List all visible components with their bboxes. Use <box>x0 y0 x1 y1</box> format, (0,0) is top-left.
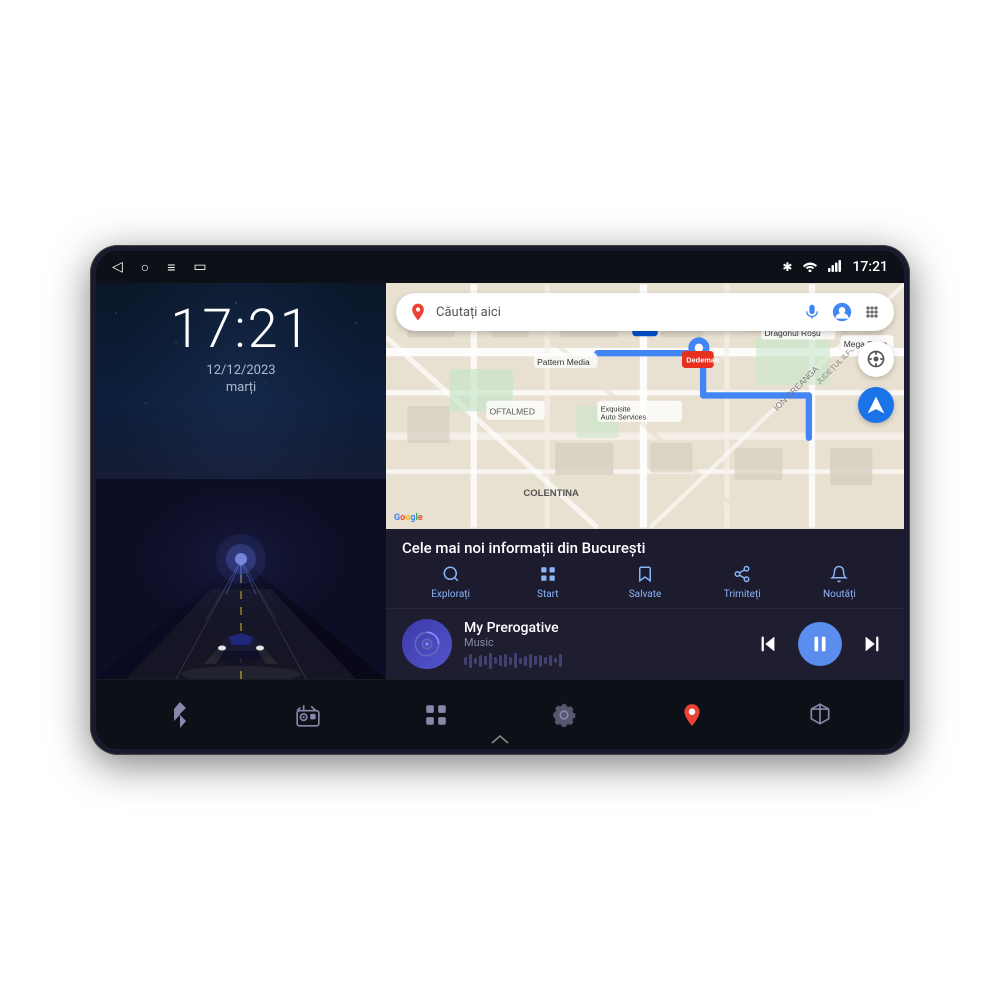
svg-text:Auto Services: Auto Services <box>601 413 647 422</box>
map-layers-button[interactable] <box>858 341 894 377</box>
waveform-bar <box>484 656 487 665</box>
status-bar: ◁ ○ ≡ ▭ ✱ <box>96 251 904 283</box>
waveform <box>464 653 740 669</box>
waveform-bar <box>464 657 467 665</box>
device-screen: ◁ ○ ≡ ▭ ✱ <box>96 251 904 749</box>
clock-date: 12/12/2023 <box>170 363 311 378</box>
main-content: 17:21 12/12/2023 marți <box>96 283 904 679</box>
waveform-bar <box>539 655 542 667</box>
maps-button[interactable] <box>667 690 717 740</box>
waveform-bar <box>509 657 512 665</box>
tab-saved[interactable]: Salvate <box>596 565 693 600</box>
tab-news-label: Noutăți <box>823 589 856 600</box>
waveform-bar <box>504 654 507 667</box>
up-arrow[interactable] <box>491 733 509 747</box>
account-icon[interactable] <box>832 302 852 322</box>
svg-text:OFTALMED: OFTALMED <box>490 406 535 416</box>
left-panel: 17:21 12/12/2023 marți <box>96 283 386 679</box>
google-logo: Google <box>394 513 423 523</box>
bluetooth-status-icon: ✱ <box>782 260 792 274</box>
waveform-bar <box>474 658 477 664</box>
map-area[interactable]: OFTALMED ION CREANGA JUDEȚUL ILFOV COLEN… <box>386 283 904 529</box>
svg-text:Pattern Media: Pattern Media <box>537 357 590 367</box>
start-icon <box>539 565 557 587</box>
status-indicators: ✱ 17:21 <box>782 259 888 275</box>
music-info: My Prerogative Music <box>464 620 740 669</box>
prev-button[interactable] <box>752 628 784 660</box>
recents-icon[interactable]: ▭ <box>193 259 206 275</box>
music-player: My Prerogative Music <box>386 608 904 679</box>
waveform-bar <box>544 657 547 664</box>
waveform-bar <box>479 655 482 667</box>
saved-icon <box>636 565 654 587</box>
menu-icon[interactable]: ≡ <box>167 259 175 276</box>
next-button[interactable] <box>856 628 888 660</box>
car-tunnel-image <box>96 479 386 679</box>
map-search-bar[interactable]: Căutați aici <box>396 293 894 331</box>
bottom-bar <box>96 679 904 749</box>
music-subtitle: Music <box>464 636 740 649</box>
search-right-icons <box>802 302 882 322</box>
tab-news[interactable]: Noutăți <box>791 565 888 600</box>
music-controls <box>752 622 888 666</box>
waveform-bar <box>494 657 497 664</box>
device-frame: ◁ ○ ≡ ▭ ✱ <box>90 245 910 755</box>
svg-text:COLENTINA: COLENTINA <box>523 488 579 499</box>
navigate-button[interactable] <box>858 387 894 423</box>
svg-text:Dedeman: Dedeman <box>686 356 720 365</box>
3d-button[interactable] <box>795 690 845 740</box>
waveform-bar <box>534 656 537 665</box>
explore-icon <box>442 565 460 587</box>
nav-icons: ◁ ○ ≡ ▭ <box>112 259 207 276</box>
back-icon[interactable]: ◁ <box>112 259 123 275</box>
info-panel: Cele mai noi informații din București Ex… <box>386 529 904 608</box>
clock-widget: 17:21 12/12/2023 marți <box>170 303 311 395</box>
share-icon <box>733 565 751 587</box>
waveform-bar <box>529 654 532 668</box>
microphone-icon[interactable] <box>802 302 822 322</box>
signal-icon <box>828 260 842 275</box>
right-panel: OFTALMED ION CREANGA JUDEȚUL ILFOV COLEN… <box>386 283 904 679</box>
waveform-bar <box>549 655 552 666</box>
waveform-bar <box>519 658 522 664</box>
google-maps-icon <box>408 302 428 322</box>
album-art <box>402 619 452 669</box>
waveform-bar <box>514 653 517 668</box>
tab-saved-label: Salvate <box>629 589 662 600</box>
time-display: 17:21 <box>852 259 888 275</box>
wifi-icon <box>802 260 818 275</box>
news-icon <box>830 565 848 587</box>
info-title: Cele mai noi informații din București <box>402 539 888 557</box>
waveform-bar <box>559 654 562 667</box>
tab-share-label: Trimiteți <box>724 589 761 600</box>
search-input-text[interactable]: Căutați aici <box>436 305 794 320</box>
map-tabs: Explorați Start <box>402 565 888 600</box>
home-icon[interactable]: ○ <box>141 259 149 276</box>
settings-button[interactable] <box>539 690 589 740</box>
tab-share[interactable]: Trimiteți <box>694 565 791 600</box>
apps-icon[interactable] <box>862 302 882 322</box>
waveform-bar <box>489 653 492 669</box>
tab-start[interactable]: Start <box>499 565 596 600</box>
clock-day: marți <box>170 380 311 395</box>
radio-button[interactable] <box>283 690 333 740</box>
waveform-bar <box>499 655 502 666</box>
bluetooth-button[interactable] <box>155 690 205 740</box>
apps-grid-button[interactable] <box>411 690 461 740</box>
clock-time: 17:21 <box>170 303 311 357</box>
waveform-bar <box>554 658 557 663</box>
tab-start-label: Start <box>537 589 559 600</box>
waveform-bar <box>524 656 527 666</box>
tab-explore-label: Explorați <box>431 589 470 600</box>
waveform-bar <box>469 654 472 668</box>
play-pause-button[interactable] <box>798 622 842 666</box>
music-title: My Prerogative <box>464 620 740 636</box>
tab-explore[interactable]: Explorați <box>402 565 499 600</box>
